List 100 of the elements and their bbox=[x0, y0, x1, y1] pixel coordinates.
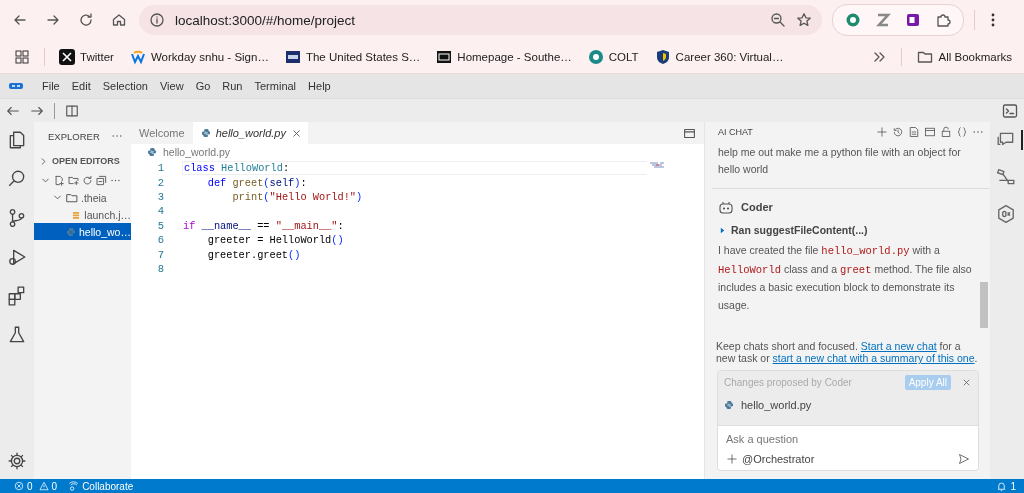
menu-item[interactable]: Help bbox=[302, 80, 337, 92]
dark-logo-icon bbox=[436, 48, 453, 65]
line-number: 8 bbox=[156, 262, 164, 275]
bell-icon[interactable] bbox=[996, 480, 1008, 492]
response-text: I have created the file hello_world.py with a HelloWorld class and a greet method. The file also includes a basic execution block to demonstrate its usage. bbox=[718, 243, 973, 313]
changed-file[interactable]: hello_world.py bbox=[741, 399, 812, 411]
plus-icon[interactable] bbox=[726, 453, 738, 465]
chat-input-field[interactable]: Ask a question @Orchestrator bbox=[718, 425, 978, 470]
seal-icon bbox=[284, 48, 301, 65]
folder-icon bbox=[66, 191, 78, 204]
close-icon[interactable] bbox=[961, 377, 972, 388]
zoom-icon[interactable] bbox=[770, 12, 786, 28]
line-number: 2 bbox=[156, 176, 164, 189]
collapse-all-icon[interactable] bbox=[96, 174, 107, 186]
split-view-icon[interactable] bbox=[65, 103, 79, 118]
close-icon[interactable] bbox=[291, 127, 302, 139]
bookmark-link[interactable]: The United States S… bbox=[305, 50, 421, 63]
all-bookmarks-link[interactable]: All Bookmarks bbox=[938, 50, 1012, 63]
code-line: greeter = HelloWorld() bbox=[206, 234, 344, 247]
menu-item[interactable]: Go bbox=[189, 80, 217, 92]
send-icon[interactable] bbox=[958, 453, 970, 465]
flask-icon[interactable] bbox=[7, 325, 27, 345]
link[interactable]: Start a new chat bbox=[860, 340, 937, 352]
window-icon[interactable] bbox=[924, 126, 936, 138]
collaborate-icon[interactable] bbox=[68, 480, 80, 492]
bookmark-link[interactable]: Workday snhu - Sign… bbox=[150, 50, 269, 63]
changes-title: Changes proposed by Coder bbox=[724, 377, 852, 388]
flow-icon[interactable] bbox=[996, 167, 1016, 187]
minimap bbox=[650, 162, 666, 168]
settings-icon[interactable] bbox=[7, 451, 27, 471]
bookmark-link[interactable]: COLT bbox=[608, 50, 639, 63]
section-header[interactable]: OPEN EDITORS bbox=[52, 156, 120, 166]
terminal-icon[interactable] bbox=[1002, 102, 1018, 119]
address-bar[interactable]: localhost:3000/#/home/project bbox=[139, 5, 822, 35]
caret-right-icon[interactable] bbox=[718, 225, 727, 235]
hex-badge-icon[interactable] bbox=[996, 204, 1016, 224]
editor-tab[interactable]: hello_world.py bbox=[192, 122, 308, 144]
x-logo-icon bbox=[59, 48, 75, 65]
collaborate-button[interactable]: Collaborate bbox=[82, 480, 134, 492]
document-icon[interactable] bbox=[908, 126, 920, 138]
info-icon bbox=[149, 12, 165, 28]
menu-item[interactable]: Selection bbox=[96, 80, 154, 92]
code-line: print("Hello World!") bbox=[231, 190, 363, 203]
code-line: greeter.greet() bbox=[206, 248, 301, 261]
menu-item[interactable]: File bbox=[36, 80, 66, 92]
line-number: 6 bbox=[156, 234, 164, 247]
puzzle-icon[interactable] bbox=[935, 12, 951, 28]
ring-icon[interactable] bbox=[845, 12, 861, 28]
menu-item[interactable]: Run bbox=[216, 80, 249, 92]
new-folder-icon[interactable] bbox=[68, 174, 79, 186]
extensions-icon[interactable] bbox=[7, 286, 27, 306]
tool-call-toggle[interactable]: Ran suggestFileContent(...) bbox=[731, 224, 868, 236]
bookmark-link[interactable]: Career 360: Virtual… bbox=[675, 50, 784, 63]
reload-icon[interactable] bbox=[78, 12, 94, 28]
warning-icon[interactable] bbox=[38, 481, 49, 491]
apps-grid-icon[interactable] bbox=[14, 48, 30, 65]
lock-icon[interactable] bbox=[940, 126, 952, 138]
panel-title: EXPLORER bbox=[48, 130, 100, 142]
link[interactable]: start a new chat with a summary of this one bbox=[772, 352, 975, 364]
bookmark-link[interactable]: Homepage - Southe… bbox=[457, 50, 572, 63]
stack-icon bbox=[71, 209, 82, 220]
shield-icon bbox=[654, 48, 671, 65]
python-file-icon bbox=[66, 226, 76, 237]
braces-icon[interactable] bbox=[956, 126, 968, 138]
python-file-icon bbox=[724, 400, 734, 410]
history-icon[interactable] bbox=[892, 126, 904, 138]
panel-title: AI CHAT bbox=[718, 127, 754, 137]
python-file-icon bbox=[147, 147, 157, 157]
file-name[interactable]: launch.j… bbox=[84, 208, 131, 221]
agent-mention[interactable]: @Orchestrator bbox=[742, 453, 815, 465]
w-logo-icon bbox=[129, 48, 146, 65]
refresh-icon[interactable] bbox=[82, 174, 93, 186]
line-number: 1 bbox=[156, 162, 164, 175]
line-number: 3 bbox=[156, 190, 164, 203]
run-debug-icon[interactable] bbox=[7, 247, 27, 267]
menu-item[interactable]: Terminal bbox=[248, 80, 303, 92]
error-icon[interactable] bbox=[14, 481, 24, 491]
branch-icon[interactable] bbox=[7, 208, 27, 228]
scrollbar[interactable] bbox=[980, 282, 988, 328]
notebook-icon[interactable] bbox=[905, 12, 921, 28]
files-icon[interactable] bbox=[7, 130, 27, 150]
new-file-icon[interactable] bbox=[54, 174, 65, 186]
menu-item[interactable]: Edit bbox=[65, 80, 97, 92]
bookmark-link[interactable]: Twitter bbox=[80, 50, 114, 63]
ring-logo-icon bbox=[587, 48, 604, 65]
zigzag-icon[interactable] bbox=[875, 12, 891, 28]
plus-icon[interactable] bbox=[876, 126, 888, 138]
line-number: 7 bbox=[156, 248, 164, 261]
home-icon[interactable] bbox=[111, 12, 127, 28]
layout-icon[interactable] bbox=[683, 126, 696, 140]
folder-name[interactable]: .theia bbox=[81, 191, 107, 204]
star-icon[interactable] bbox=[796, 12, 812, 28]
menu-item[interactable]: View bbox=[153, 80, 190, 92]
breadcrumb[interactable]: hello_world.py bbox=[163, 146, 231, 158]
editor-tab[interactable]: Welcome bbox=[131, 122, 193, 144]
agent-name: Coder bbox=[741, 201, 773, 213]
search-icon[interactable] bbox=[7, 169, 27, 189]
python-file-icon bbox=[200, 128, 211, 138]
line-number: 5 bbox=[156, 219, 164, 232]
notification-count: 1 bbox=[1010, 480, 1016, 492]
